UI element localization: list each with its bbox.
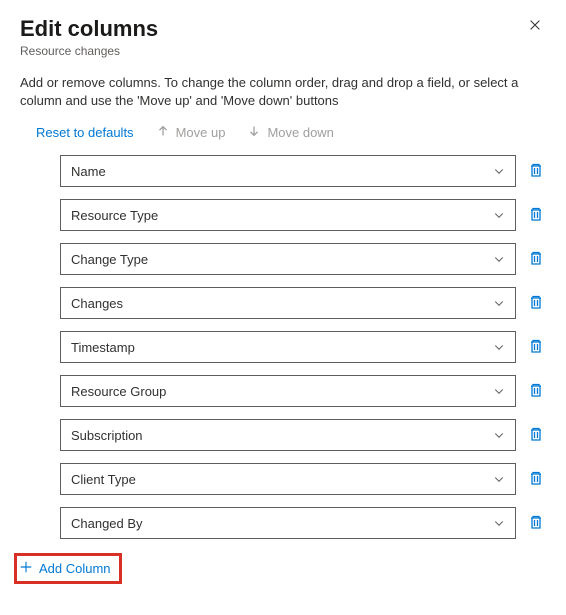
trash-icon — [528, 426, 544, 445]
delete-column-button[interactable] — [526, 160, 546, 183]
move-up-label: Move up — [176, 125, 226, 140]
column-dropdown[interactable]: Resource Type — [60, 199, 516, 231]
chevron-down-icon — [493, 341, 505, 353]
chevron-down-icon — [493, 517, 505, 529]
column-row: Name — [60, 155, 546, 187]
chevron-down-icon — [493, 429, 505, 441]
column-row: Subscription — [60, 419, 546, 451]
trash-icon — [528, 294, 544, 313]
delete-column-button[interactable] — [526, 380, 546, 403]
column-label: Changes — [71, 296, 123, 311]
close-icon — [528, 19, 542, 36]
trash-icon — [528, 382, 544, 401]
panel-title: Edit columns — [20, 16, 158, 42]
delete-column-button[interactable] — [526, 248, 546, 271]
trash-icon — [528, 470, 544, 489]
delete-column-button[interactable] — [526, 468, 546, 491]
column-dropdown[interactable]: Timestamp — [60, 331, 516, 363]
column-row: Change Type — [60, 243, 546, 275]
trash-icon — [528, 514, 544, 533]
add-column-highlight: Add Column — [14, 553, 122, 584]
column-label: Resource Type — [71, 208, 158, 223]
close-button[interactable] — [524, 16, 546, 38]
column-row: Changes — [60, 287, 546, 319]
arrow-down-icon — [247, 124, 261, 141]
column-label: Change Type — [71, 252, 148, 267]
panel-subtitle: Resource changes — [20, 44, 158, 58]
arrow-up-icon — [156, 124, 170, 141]
delete-column-button[interactable] — [526, 292, 546, 315]
trash-icon — [528, 250, 544, 269]
column-label: Client Type — [71, 472, 136, 487]
column-dropdown[interactable]: Changes — [60, 287, 516, 319]
trash-icon — [528, 162, 544, 181]
column-label: Changed By — [71, 516, 143, 531]
column-dropdown[interactable]: Change Type — [60, 243, 516, 275]
add-column-button[interactable]: Add Column — [19, 560, 111, 577]
columns-list: Name Resource Type Change Type Changes Times… — [20, 155, 546, 539]
reset-defaults-link[interactable]: Reset to defaults — [36, 125, 134, 140]
column-dropdown[interactable]: Resource Group — [60, 375, 516, 407]
chevron-down-icon — [493, 297, 505, 309]
column-dropdown[interactable]: Client Type — [60, 463, 516, 495]
column-row: Timestamp — [60, 331, 546, 363]
column-row: Resource Type — [60, 199, 546, 231]
column-dropdown[interactable]: Changed By — [60, 507, 516, 539]
move-down-label: Move down — [267, 125, 333, 140]
delete-column-button[interactable] — [526, 424, 546, 447]
trash-icon — [528, 338, 544, 357]
delete-column-button[interactable] — [526, 336, 546, 359]
chevron-down-icon — [493, 385, 505, 397]
column-row: Client Type — [60, 463, 546, 495]
delete-column-button[interactable] — [526, 512, 546, 535]
chevron-down-icon — [493, 473, 505, 485]
column-label: Subscription — [71, 428, 143, 443]
trash-icon — [528, 206, 544, 225]
column-row: Resource Group — [60, 375, 546, 407]
add-column-label: Add Column — [39, 561, 111, 576]
actions-bar: Reset to defaults Move up Move down — [20, 122, 546, 155]
column-row: Changed By — [60, 507, 546, 539]
column-label: Name — [71, 164, 106, 179]
delete-column-button[interactable] — [526, 204, 546, 227]
plus-icon — [19, 560, 33, 577]
move-up-button[interactable]: Move up — [156, 124, 226, 141]
column-label: Timestamp — [71, 340, 135, 355]
chevron-down-icon — [493, 165, 505, 177]
chevron-down-icon — [493, 209, 505, 221]
panel-description: Add or remove columns. To change the col… — [20, 74, 546, 110]
column-label: Resource Group — [71, 384, 166, 399]
move-down-button[interactable]: Move down — [247, 124, 333, 141]
chevron-down-icon — [493, 253, 505, 265]
column-dropdown[interactable]: Subscription — [60, 419, 516, 451]
column-dropdown[interactable]: Name — [60, 155, 516, 187]
